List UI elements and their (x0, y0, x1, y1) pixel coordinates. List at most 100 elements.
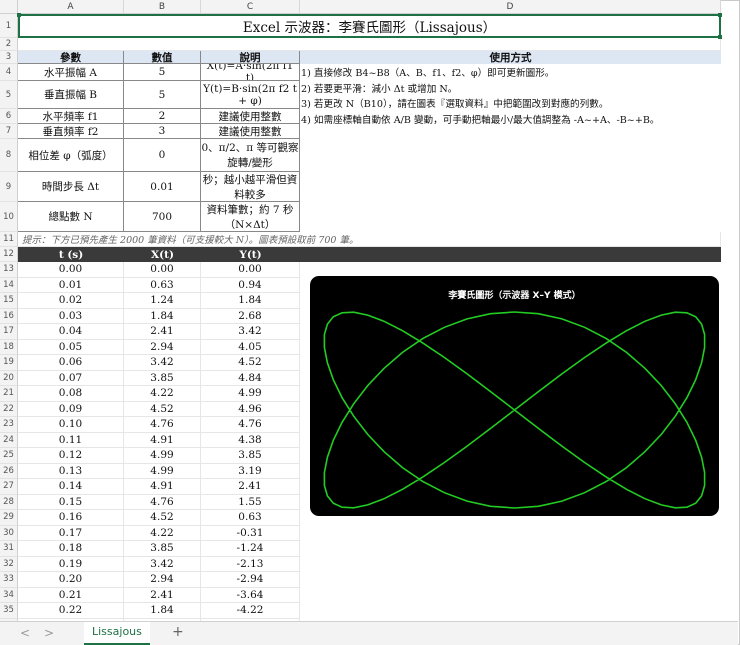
table-cell[interactable]: 1.24 (124, 293, 201, 309)
table-cell[interactable]: 4.05 (201, 339, 300, 355)
table-cell[interactable]: 2.94 (124, 572, 201, 588)
param-desc-cell[interactable]: X(t)=A·sin(2π f1 t) (201, 64, 300, 81)
table-cell[interactable]: 0.11 (18, 432, 124, 448)
table-cell[interactable]: 0.02 (18, 293, 124, 309)
table-cell[interactable]: 0.01 (18, 277, 124, 293)
table-cell[interactable]: 4.76 (124, 417, 201, 433)
selection-handle[interactable] (718, 13, 722, 17)
table-cell[interactable]: 3.85 (124, 370, 201, 386)
table-cell[interactable]: 1.84 (124, 308, 201, 324)
row-header[interactable]: 32 (0, 556, 18, 572)
table-cell[interactable]: 0.18 (18, 541, 124, 557)
table-cell[interactable]: 4.99 (124, 463, 201, 479)
table-cell[interactable]: 0.07 (18, 370, 124, 386)
row-header[interactable]: 33 (0, 572, 18, 588)
row-header[interactable]: 1 (0, 14, 18, 38)
param-desc-cell[interactable]: Y(t)=B·sin(2π f2 t + φ) (201, 81, 300, 109)
table-cell[interactable]: 1.84 (201, 293, 300, 309)
row-header[interactable]: 12 (0, 247, 18, 262)
table-cell[interactable]: -1.24 (201, 541, 300, 557)
table-cell[interactable]: 4.52 (124, 510, 201, 526)
row-header[interactable]: 22 (0, 401, 18, 417)
param-value-cell[interactable]: 700 (124, 202, 201, 232)
param-name-cell[interactable]: 相位差 φ（弧度） (18, 139, 124, 172)
param-name-cell[interactable]: 垂直振幅 B (18, 81, 124, 109)
table-cell[interactable]: 0.16 (18, 510, 124, 526)
table-cell[interactable]: -2.94 (201, 572, 300, 588)
table-cell[interactable]: 0.06 (18, 355, 124, 371)
table-cell[interactable]: 4.99 (201, 386, 300, 402)
sheet-tab-lissajous[interactable]: Lissajous (84, 622, 150, 645)
row-header[interactable]: 27 (0, 479, 18, 495)
table-cell[interactable]: 1.84 (124, 603, 201, 619)
table-cell[interactable]: 4.99 (124, 448, 201, 464)
row-header[interactable]: 20 (0, 370, 18, 386)
param-desc-cell[interactable]: 建議使用整數 (201, 124, 300, 139)
param-value-cell[interactable]: 5 (124, 81, 201, 109)
table-cell[interactable]: 0.00 (18, 262, 124, 278)
table-cell[interactable]: 4.91 (124, 432, 201, 448)
table-cell[interactable]: 4.91 (124, 479, 201, 495)
table-cell[interactable]: -0.31 (201, 525, 300, 541)
column-header-a[interactable]: A (18, 0, 124, 14)
param-name-cell[interactable]: 總點數 N (18, 202, 124, 232)
row-header[interactable]: 14 (0, 277, 18, 293)
table-cell[interactable]: -3.64 (201, 587, 300, 603)
table-cell[interactable]: 0.63 (124, 277, 201, 293)
row-header[interactable]: 4 (0, 64, 18, 81)
table-cell[interactable]: 0.14 (18, 479, 124, 495)
table-cell[interactable]: 4.52 (201, 355, 300, 371)
row-header[interactable]: 24 (0, 432, 18, 448)
param-name-cell[interactable]: 水平頻率 f1 (18, 109, 124, 124)
table-cell[interactable]: -2.13 (201, 556, 300, 572)
param-name-cell[interactable]: 水平振幅 A (18, 64, 124, 81)
column-header-c[interactable]: C (201, 0, 300, 14)
row-header[interactable]: 10 (0, 202, 18, 232)
row-header[interactable]: 7 (0, 124, 18, 139)
param-desc-cell[interactable]: 秒；越小越平滑但資料較多 (201, 172, 300, 202)
table-cell[interactable]: 4.38 (201, 432, 300, 448)
table-cell[interactable]: 0.10 (18, 417, 124, 433)
table-cell[interactable]: 2.94 (124, 339, 201, 355)
row-header[interactable]: 13 (0, 262, 18, 278)
table-cell[interactable]: 2.41 (124, 587, 201, 603)
param-name-cell[interactable]: 時間步長 Δt (18, 172, 124, 202)
table-cell[interactable]: 0.04 (18, 324, 124, 340)
table-cell[interactable]: 0.19 (18, 556, 124, 572)
row-header[interactable]: 21 (0, 386, 18, 402)
row-header[interactable]: 16 (0, 308, 18, 324)
table-cell[interactable]: 2.41 (201, 479, 300, 495)
table-header-cell[interactable]: Y(t) (201, 247, 300, 262)
lissajous-chart[interactable]: 李賽氏圖形（示波器 X–Y 模式） (310, 276, 719, 516)
add-sheet-button[interactable]: + (172, 624, 184, 640)
row-header[interactable]: 5 (0, 81, 18, 109)
table-cell[interactable]: 4.76 (124, 494, 201, 510)
table-cell[interactable]: 0.08 (18, 386, 124, 402)
row-header[interactable]: 25 (0, 448, 18, 464)
param-desc-cell[interactable]: 0、π/2、π 等可觀察旋轉/變形 (201, 139, 300, 172)
table-cell[interactable]: 0.63 (201, 510, 300, 526)
table-cell[interactable]: 3.42 (124, 355, 201, 371)
table-cell[interactable]: 4.76 (201, 417, 300, 433)
title-cell[interactable]: Excel 示波器：李賽氏圖形（Lissajous） (18, 14, 721, 38)
param-header-desc[interactable]: 說明 (201, 51, 300, 64)
row-header[interactable]: 2 (0, 38, 18, 51)
row-header[interactable]: 9 (0, 172, 18, 202)
table-header-cell[interactable]: t (s) (18, 247, 124, 262)
table-cell[interactable]: 4.22 (124, 386, 201, 402)
row-header[interactable]: 30 (0, 525, 18, 541)
param-name-cell[interactable]: 垂直頻率 f2 (18, 124, 124, 139)
param-desc-cell[interactable]: 建議使用整數 (201, 109, 300, 124)
tab-next-arrow[interactable]: > (44, 626, 54, 640)
param-value-cell[interactable]: 3 (124, 124, 201, 139)
row-header[interactable]: 8 (0, 139, 18, 172)
row-header[interactable]: 6 (0, 109, 18, 124)
selection-handle[interactable] (17, 13, 21, 17)
param-value-cell[interactable]: 0 (124, 139, 201, 172)
row-header[interactable]: 17 (0, 324, 18, 340)
table-cell[interactable]: 0.03 (18, 308, 124, 324)
row-header[interactable]: 18 (0, 339, 18, 355)
empty-row[interactable] (18, 38, 721, 51)
param-value-cell[interactable]: 5 (124, 64, 201, 81)
table-cell[interactable]: 0.17 (18, 525, 124, 541)
